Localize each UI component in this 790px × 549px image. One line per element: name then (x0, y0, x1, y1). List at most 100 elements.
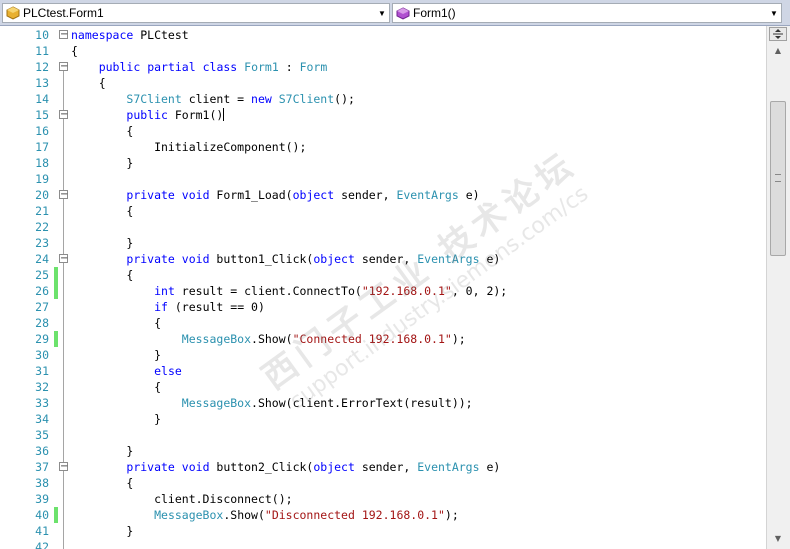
collapse-icon[interactable]: − (59, 190, 68, 200)
code-line[interactable]: 12− public partial class Form1 : Form (0, 59, 766, 75)
vertical-scrollbar[interactable]: ▲ ▼ (766, 26, 790, 549)
code-line[interactable]: 35 (0, 427, 766, 443)
code-line[interactable]: 17 InitializeComponent(); (0, 139, 766, 155)
change-marker (54, 331, 58, 347)
chevron-down-icon[interactable]: ▼ (375, 4, 389, 22)
code-line[interactable]: 11 { (0, 43, 766, 59)
code-text: public partial class Form1 : Form (71, 59, 328, 75)
code-line[interactable]: 15− public Form1() (0, 107, 766, 123)
code-line[interactable]: 14 S7Client client = new S7Client(); (0, 91, 766, 107)
code-line[interactable]: 16 { (0, 123, 766, 139)
code-text: int result = client.ConnectTo("192.168.0… (71, 283, 507, 299)
code-line[interactable]: 29 MessageBox.Show("Connected 192.168.0.… (0, 331, 766, 347)
code-line[interactable]: 42 (0, 539, 766, 549)
code-line[interactable]: 24− private void button1_Click(object se… (0, 251, 766, 267)
code-line[interactable]: 19 (0, 171, 766, 187)
code-token: { (71, 476, 134, 490)
code-text: { (71, 203, 133, 219)
code-editor[interactable]: 10− namespace PLCtest 11{12− public partia… (0, 26, 766, 549)
code-line[interactable]: 20− private void Form1_Load(object sende… (0, 187, 766, 203)
line-number: 20 (35, 188, 49, 202)
line-number: 39 (35, 492, 49, 506)
scroll-up-arrow[interactable]: ▲ (769, 43, 787, 59)
code-line[interactable]: 23 } (0, 235, 766, 251)
type-dropdown-value: PLCtest.Form1 (23, 6, 104, 20)
code-line[interactable]: 10− namespace PLCtest (0, 27, 766, 43)
code-token: { (71, 124, 134, 138)
chevron-down-icon[interactable]: ▼ (767, 4, 781, 22)
code-line[interactable]: 37− private void button2_Click(object se… (0, 459, 766, 475)
line-number: 36 (35, 444, 49, 458)
line-number: 25 (35, 268, 49, 282)
code-token: MessageBox (154, 508, 224, 522)
code-token: button2_Click( (209, 460, 314, 474)
code-line[interactable]: 34 } (0, 411, 766, 427)
type-dropdown[interactable]: PLCtest.Form1 ▼ (2, 3, 390, 23)
code-token: void (181, 188, 210, 202)
code-line[interactable]: 33 MessageBox.Show(client.ErrorText(resu… (0, 395, 766, 411)
code-text: } (71, 443, 133, 459)
line-number: 31 (35, 364, 49, 378)
code-text: } (71, 347, 161, 363)
code-line[interactable]: 30 } (0, 347, 766, 363)
collapse-icon[interactable]: − (59, 110, 68, 120)
code-token: (result == 0) (167, 300, 265, 314)
member-dropdown[interactable]: Form1() ▼ (392, 3, 782, 23)
scroll-down-arrow[interactable]: ▼ (769, 531, 787, 547)
line-number: 27 (35, 300, 49, 314)
collapse-icon[interactable]: − (59, 30, 68, 40)
collapse-icon[interactable]: − (59, 254, 68, 264)
code-line[interactable]: 27 if (result == 0) (0, 299, 766, 315)
code-token: MessageBox (181, 396, 252, 410)
code-line[interactable]: 21 { (0, 203, 766, 219)
code-text: } (71, 235, 133, 251)
code-line[interactable]: 13 { (0, 75, 766, 91)
code-text: public Form1() (71, 107, 225, 123)
scroll-thumb[interactable] (770, 101, 786, 256)
split-view-button[interactable] (769, 27, 787, 41)
code-line[interactable]: 32 { (0, 379, 766, 395)
code-token: private (126, 252, 175, 266)
change-marker (54, 507, 58, 523)
code-line[interactable]: 25 { (0, 267, 766, 283)
code-token: } (71, 412, 162, 426)
line-number: 16 (35, 124, 49, 138)
code-token: e) (479, 252, 501, 266)
code-token: namespace (71, 28, 134, 42)
code-token: client.Disconnect(); (71, 492, 293, 506)
code-line[interactable]: 39 client.Disconnect(); (0, 491, 766, 507)
code-token: else (154, 364, 182, 378)
collapse-icon[interactable]: − (59, 462, 68, 472)
code-token: S7Client (278, 92, 335, 106)
code-text: { (71, 379, 161, 395)
code-line[interactable]: 22 (0, 219, 766, 235)
code-line[interactable]: 41 } (0, 523, 766, 539)
code-token: private (126, 460, 175, 474)
code-line[interactable]: 28 { (0, 315, 766, 331)
line-number: 34 (35, 412, 49, 426)
code-line[interactable]: 26 int result = client.ConnectTo("192.16… (0, 283, 766, 299)
code-line[interactable]: 36 } (0, 443, 766, 459)
code-line[interactable]: 40 MessageBox.Show("Disconnected 192.168… (0, 507, 766, 523)
code-token: (); (334, 92, 355, 106)
code-token: class (202, 60, 238, 74)
code-token: sender, (354, 252, 418, 266)
code-line[interactable]: 38 { (0, 475, 766, 491)
code-line[interactable]: 31 else (0, 363, 766, 379)
code-text: } (71, 523, 133, 539)
code-token: sender, (334, 188, 397, 202)
code-token: } (71, 236, 134, 250)
collapse-icon[interactable]: − (59, 62, 68, 72)
line-number: 13 (35, 76, 49, 90)
code-line[interactable]: 18 } (0, 155, 766, 171)
